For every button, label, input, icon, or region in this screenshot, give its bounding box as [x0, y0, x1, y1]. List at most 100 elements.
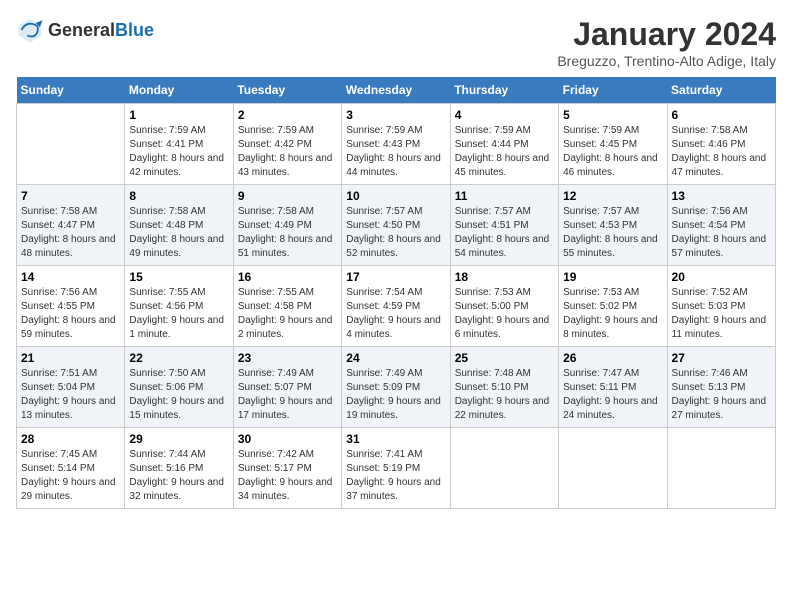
day-info: Sunrise: 7:49 AMSunset: 5:09 PMDaylight:… — [346, 367, 445, 423]
calendar-cell: 13 Sunrise: 7:56 AMSunset: 4:54 PMDayligh… — [667, 185, 775, 266]
day-number: 24 — [346, 351, 445, 365]
header-sunday: Sunday — [17, 77, 125, 104]
day-number: 5 — [563, 108, 662, 122]
calendar-cell: 9 Sunrise: 7:58 AMSunset: 4:49 PMDaylight… — [233, 185, 341, 266]
calendar-cell: 12 Sunrise: 7:57 AMSunset: 4:53 PMDayligh… — [559, 185, 667, 266]
calendar-week-row: 7 Sunrise: 7:58 AMSunset: 4:47 PMDaylight… — [17, 185, 776, 266]
calendar-cell: 20 Sunrise: 7:52 AMSunset: 5:03 PMDayligh… — [667, 266, 775, 347]
day-number: 19 — [563, 270, 662, 284]
calendar-cell — [559, 428, 667, 509]
day-number: 6 — [672, 108, 771, 122]
day-info: Sunrise: 7:56 AMSunset: 4:55 PMDaylight:… — [21, 286, 120, 342]
day-info: Sunrise: 7:53 AMSunset: 5:02 PMDaylight:… — [563, 286, 662, 342]
calendar-cell — [667, 428, 775, 509]
day-number: 13 — [672, 189, 771, 203]
day-info: Sunrise: 7:59 AMSunset: 4:44 PMDaylight:… — [455, 124, 554, 180]
calendar-cell: 4 Sunrise: 7:59 AMSunset: 4:44 PMDaylight… — [450, 104, 558, 185]
day-info: Sunrise: 7:51 AMSunset: 5:04 PMDaylight:… — [21, 367, 120, 423]
calendar-cell: 19 Sunrise: 7:53 AMSunset: 5:02 PMDayligh… — [559, 266, 667, 347]
day-info: Sunrise: 7:58 AMSunset: 4:49 PMDaylight:… — [238, 205, 337, 261]
day-number: 2 — [238, 108, 337, 122]
calendar-week-row: 21 Sunrise: 7:51 AMSunset: 5:04 PMDayligh… — [17, 347, 776, 428]
calendar-cell: 6 Sunrise: 7:58 AMSunset: 4:46 PMDaylight… — [667, 104, 775, 185]
day-number: 20 — [672, 270, 771, 284]
calendar-cell: 25Sunrise: 7:48 AMSunset: 5:10 PMDayligh… — [450, 347, 558, 428]
day-info: Sunrise: 7:41 AMSunset: 5:19 PMDaylight:… — [346, 448, 445, 504]
day-info: Sunrise: 7:50 AMSunset: 5:06 PMDaylight:… — [129, 367, 228, 423]
calendar-cell: 27Sunrise: 7:46 AMSunset: 5:13 PMDayligh… — [667, 347, 775, 428]
location-subtitle: Breguzzo, Trentino-Alto Adige, Italy — [557, 53, 776, 69]
day-info: Sunrise: 7:59 AMSunset: 4:42 PMDaylight:… — [238, 124, 337, 180]
day-info: Sunrise: 7:56 AMSunset: 4:54 PMDaylight:… — [672, 205, 771, 261]
calendar-cell: 7 Sunrise: 7:58 AMSunset: 4:47 PMDaylight… — [17, 185, 125, 266]
calendar-week-row: 1Sunrise: 7:59 AMSunset: 4:41 PMDaylight… — [17, 104, 776, 185]
day-info: Sunrise: 7:55 AMSunset: 4:56 PMDaylight:… — [129, 286, 228, 342]
calendar-cell: 1Sunrise: 7:59 AMSunset: 4:41 PMDaylight… — [125, 104, 233, 185]
calendar-cell: 15 Sunrise: 7:55 AMSunset: 4:56 PMDayligh… — [125, 266, 233, 347]
day-number: 31 — [346, 432, 445, 446]
day-info: Sunrise: 7:55 AMSunset: 4:58 PMDaylight:… — [238, 286, 337, 342]
day-number: 21 — [21, 351, 120, 365]
calendar-cell: 17 Sunrise: 7:54 AMSunset: 4:59 PMDayligh… — [342, 266, 450, 347]
day-number: 7 — [21, 189, 120, 203]
calendar-cell: 24 Sunrise: 7:49 AMSunset: 5:09 PMDayligh… — [342, 347, 450, 428]
calendar-cell: 31 Sunrise: 7:41 AMSunset: 5:19 PMDayligh… — [342, 428, 450, 509]
day-number: 4 — [455, 108, 554, 122]
title-area: January 2024 Breguzzo, Trentino-Alto Adi… — [557, 16, 776, 69]
day-number: 17 — [346, 270, 445, 284]
calendar-cell: 26Sunrise: 7:47 AMSunset: 5:11 PMDayligh… — [559, 347, 667, 428]
day-number: 25 — [455, 351, 554, 365]
day-info: Sunrise: 7:59 AMSunset: 4:45 PMDaylight:… — [563, 124, 662, 180]
header-wednesday: Wednesday — [342, 77, 450, 104]
day-info: Sunrise: 7:54 AMSunset: 4:59 PMDaylight:… — [346, 286, 445, 342]
day-number: 30 — [238, 432, 337, 446]
logo-general: General — [48, 20, 115, 40]
header-thursday: Thursday — [450, 77, 558, 104]
day-info: Sunrise: 7:49 AMSunset: 5:07 PMDaylight:… — [238, 367, 337, 423]
calendar-cell: 29 Sunrise: 7:44 AMSunset: 5:16 PMDayligh… — [125, 428, 233, 509]
calendar-cell: 18Sunrise: 7:53 AMSunset: 5:00 PMDayligh… — [450, 266, 558, 347]
day-info: Sunrise: 7:53 AMSunset: 5:00 PMDaylight:… — [455, 286, 554, 342]
day-number: 8 — [129, 189, 228, 203]
day-number: 9 — [238, 189, 337, 203]
day-info: Sunrise: 7:42 AMSunset: 5:17 PMDaylight:… — [238, 448, 337, 504]
calendar-cell: 3Sunrise: 7:59 AMSunset: 4:43 PMDaylight… — [342, 104, 450, 185]
day-number: 3 — [346, 108, 445, 122]
calendar-cell: 11Sunrise: 7:57 AMSunset: 4:51 PMDayligh… — [450, 185, 558, 266]
header-tuesday: Tuesday — [233, 77, 341, 104]
logo-blue: Blue — [115, 20, 154, 40]
day-number: 15 — [129, 270, 228, 284]
calendar-header-row: SundayMondayTuesdayWednesdayThursdayFrid… — [17, 77, 776, 104]
day-number: 27 — [672, 351, 771, 365]
calendar-cell: 28 Sunrise: 7:45 AMSunset: 5:14 PMDayligh… — [17, 428, 125, 509]
header-saturday: Saturday — [667, 77, 775, 104]
day-info: Sunrise: 7:58 AMSunset: 4:47 PMDaylight:… — [21, 205, 120, 261]
day-info: Sunrise: 7:57 AMSunset: 4:53 PMDaylight:… — [563, 205, 662, 261]
day-info: Sunrise: 7:52 AMSunset: 5:03 PMDaylight:… — [672, 286, 771, 342]
calendar-cell: 22 Sunrise: 7:50 AMSunset: 5:06 PMDayligh… — [125, 347, 233, 428]
calendar-cell — [450, 428, 558, 509]
calendar-cell: 14Sunrise: 7:56 AMSunset: 4:55 PMDayligh… — [17, 266, 125, 347]
day-number: 26 — [563, 351, 662, 365]
day-number: 29 — [129, 432, 228, 446]
day-number: 23 — [238, 351, 337, 365]
day-number: 10 — [346, 189, 445, 203]
day-info: Sunrise: 7:57 AMSunset: 4:50 PMDaylight:… — [346, 205, 445, 261]
day-number: 11 — [455, 189, 554, 203]
day-number: 16 — [238, 270, 337, 284]
logo-icon — [16, 16, 44, 44]
day-number: 22 — [129, 351, 228, 365]
header-friday: Friday — [559, 77, 667, 104]
month-title: January 2024 — [557, 16, 776, 53]
logo-text: GeneralBlue — [48, 20, 154, 41]
calendar-cell: 23 Sunrise: 7:49 AMSunset: 5:07 PMDayligh… — [233, 347, 341, 428]
calendar-cell: 2 Sunrise: 7:59 AMSunset: 4:42 PMDaylight… — [233, 104, 341, 185]
calendar-week-row: 28 Sunrise: 7:45 AMSunset: 5:14 PMDayligh… — [17, 428, 776, 509]
logo: GeneralBlue — [16, 16, 154, 44]
day-info: Sunrise: 7:45 AMSunset: 5:14 PMDaylight:… — [21, 448, 120, 504]
day-number: 28 — [21, 432, 120, 446]
day-info: Sunrise: 7:58 AMSunset: 4:46 PMDaylight:… — [672, 124, 771, 180]
day-number: 12 — [563, 189, 662, 203]
day-info: Sunrise: 7:44 AMSunset: 5:16 PMDaylight:… — [129, 448, 228, 504]
calendar-cell: 10 Sunrise: 7:57 AMSunset: 4:50 PMDayligh… — [342, 185, 450, 266]
